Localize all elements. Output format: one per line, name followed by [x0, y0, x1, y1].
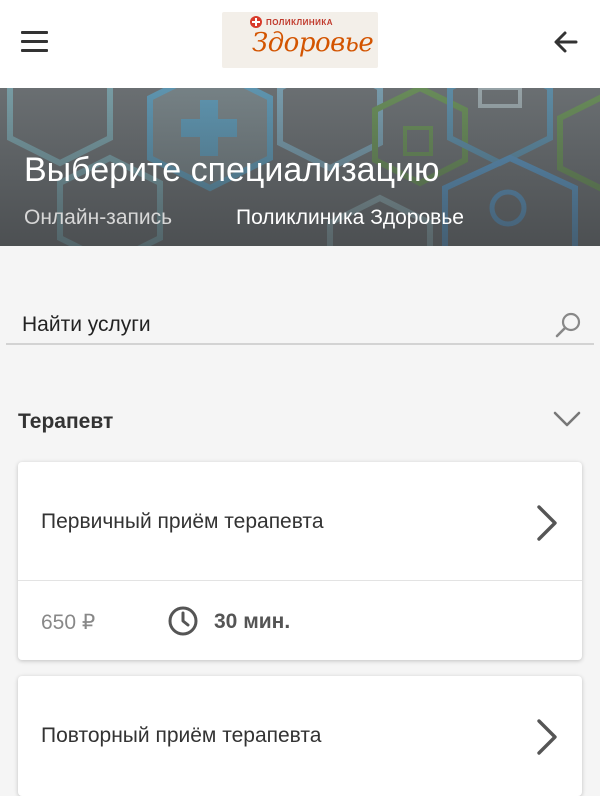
service-card: Повторный приём терапевта: [18, 676, 582, 796]
arrow-back-icon[interactable]: [550, 26, 582, 58]
service-duration: 30 мин.: [214, 610, 291, 633]
breadcrumb-clinic: Поликлиника Здоровье: [236, 206, 464, 229]
clock-icon: [167, 605, 199, 637]
search-icon[interactable]: [554, 311, 582, 339]
search-input[interactable]: [22, 309, 542, 341]
top-bar: ПОЛИКЛИНИКА Здоровье: [0, 0, 600, 88]
logo-caption: ПОЛИКЛИНИКА: [266, 18, 334, 27]
service-price: 650 ₽: [41, 611, 96, 634]
hamburger-menu-icon[interactable]: [20, 28, 50, 54]
service-title: Повторный приём терапевта: [41, 724, 322, 747]
hero-banner: Выберите специализацию Онлайн-запись Пол…: [0, 88, 600, 246]
card-divider: [18, 580, 582, 581]
service-title: Первичный приём терапевта: [41, 510, 324, 533]
service-row-primary[interactable]: Первичный приём терапевта: [18, 462, 582, 580]
service-row-repeat[interactable]: Повторный приём терапевта: [18, 676, 582, 794]
logo-name: Здоровье: [252, 28, 374, 58]
chevron-right-icon[interactable]: [536, 504, 558, 542]
breadcrumb-online-booking[interactable]: Онлайн-запись: [24, 206, 172, 230]
chevron-down-icon[interactable]: [552, 406, 582, 432]
chevron-right-icon[interactable]: [536, 718, 558, 756]
page-title: Выберите специализацию: [24, 151, 440, 189]
medical-cross-icon: [250, 16, 262, 28]
clinic-logo[interactable]: ПОЛИКЛИНИКА Здоровье: [222, 12, 378, 68]
section-title-therapist: Терапевт: [18, 410, 114, 433]
search-bar[interactable]: [6, 305, 594, 345]
service-card: Первичный приём терапевта 650 ₽ 30 мин.: [18, 462, 582, 660]
